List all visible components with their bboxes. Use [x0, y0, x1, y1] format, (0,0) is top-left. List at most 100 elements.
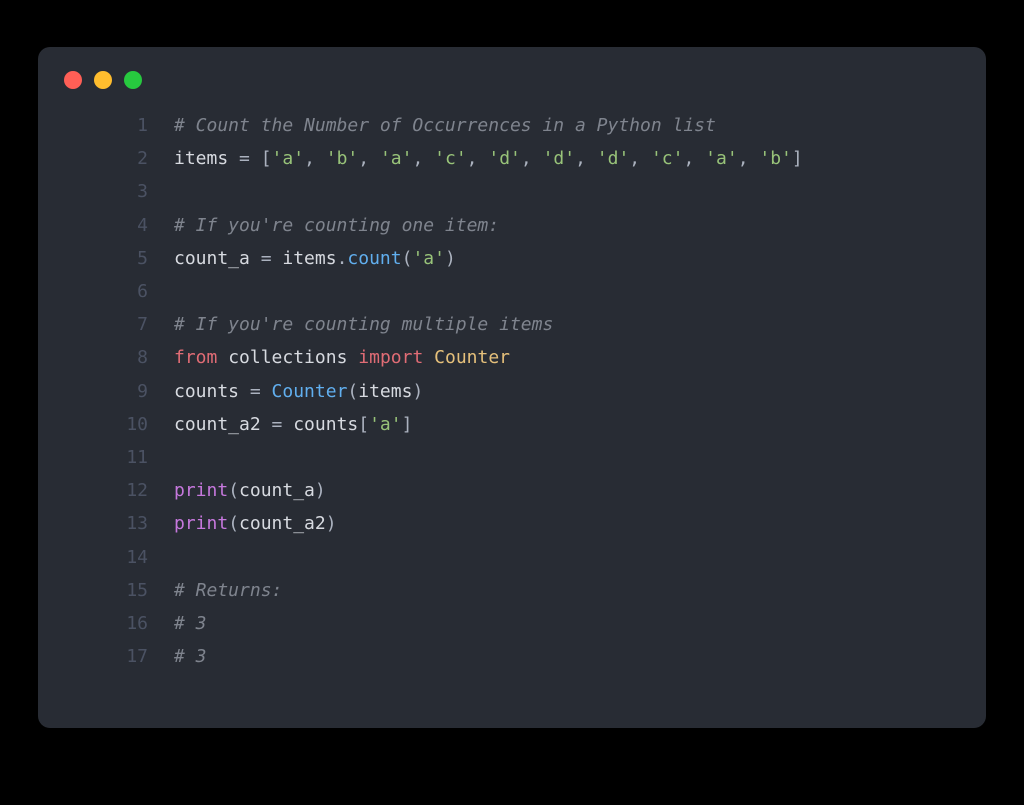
- code-token: collections: [228, 347, 347, 368]
- code-token: 'd': [597, 148, 630, 169]
- code-token: (: [347, 381, 358, 402]
- code-token: # Returns:: [174, 580, 282, 601]
- code-line[interactable]: 13print(count_a2): [38, 507, 958, 540]
- line-number: 11: [38, 441, 174, 474]
- code-line[interactable]: 15# Returns:: [38, 574, 958, 607]
- line-content[interactable]: print(count_a2): [174, 507, 337, 540]
- code-line[interactable]: 4# If you're counting one item:: [38, 209, 958, 242]
- code-line[interactable]: 7# If you're counting multiple items: [38, 308, 958, 341]
- code-token: 'c': [651, 148, 684, 169]
- window-traffic-lights: [38, 47, 986, 99]
- code-line[interactable]: 8from collections import Counter: [38, 341, 958, 374]
- code-token: .: [337, 248, 348, 269]
- code-token: items: [174, 148, 228, 169]
- code-token: (: [228, 480, 239, 501]
- line-number: 17: [38, 640, 174, 673]
- code-token: # If you're counting one item:: [174, 215, 499, 236]
- line-number: 2: [38, 142, 174, 175]
- code-token: items: [282, 248, 336, 269]
- code-token: ): [315, 480, 326, 501]
- code-token: import: [358, 347, 423, 368]
- code-line[interactable]: 2items = ['a', 'b', 'a', 'c', 'd', 'd', …: [38, 142, 958, 175]
- line-content[interactable]: # Returns:: [174, 574, 282, 607]
- line-number: 3: [38, 175, 174, 208]
- editor-window: 1# Count the Number of Occurrences in a …: [38, 47, 986, 728]
- code-token: 'a': [272, 148, 305, 169]
- line-content[interactable]: # Count the Number of Occurrences in a P…: [174, 109, 716, 142]
- line-number: 4: [38, 209, 174, 242]
- line-content[interactable]: counts = Counter(items): [174, 375, 423, 408]
- code-line[interactable]: 12print(count_a): [38, 474, 958, 507]
- line-number: 14: [38, 541, 174, 574]
- code-token: [: [358, 414, 369, 435]
- code-editor[interactable]: 1# Count the Number of Occurrences in a …: [38, 99, 986, 693]
- code-token: ,: [521, 148, 543, 169]
- code-token: ]: [792, 148, 803, 169]
- code-token: 'a': [705, 148, 738, 169]
- code-token: ,: [629, 148, 651, 169]
- line-content[interactable]: # If you're counting one item:: [174, 209, 499, 242]
- line-number: 6: [38, 275, 174, 308]
- zoom-icon[interactable]: [124, 71, 142, 89]
- code-token: 'd': [543, 148, 576, 169]
- code-token: [217, 347, 228, 368]
- code-line[interactable]: 6: [38, 275, 958, 308]
- code-token: ,: [304, 148, 326, 169]
- code-token: # 3: [174, 613, 207, 634]
- code-token: =: [261, 414, 294, 435]
- line-number: 8: [38, 341, 174, 374]
- code-token: ): [445, 248, 456, 269]
- code-token: ,: [412, 148, 434, 169]
- line-content[interactable]: # 3: [174, 640, 207, 673]
- close-icon[interactable]: [64, 71, 82, 89]
- minimize-icon[interactable]: [94, 71, 112, 89]
- code-line[interactable]: 3: [38, 175, 958, 208]
- code-token: ,: [575, 148, 597, 169]
- line-number: 16: [38, 607, 174, 640]
- line-content[interactable]: count_a = items.count('a'): [174, 242, 456, 275]
- code-token: [347, 347, 358, 368]
- code-token: 'b': [759, 148, 792, 169]
- code-token: items: [358, 381, 412, 402]
- code-token: 'a': [380, 148, 413, 169]
- code-line[interactable]: 5count_a = items.count('a'): [38, 242, 958, 275]
- line-content[interactable]: print(count_a): [174, 474, 326, 507]
- code-token: 'a': [412, 248, 445, 269]
- code-token: ): [412, 381, 423, 402]
- code-line[interactable]: 16# 3: [38, 607, 958, 640]
- line-number: 15: [38, 574, 174, 607]
- line-number: 7: [38, 308, 174, 341]
- line-number: 1: [38, 109, 174, 142]
- code-line[interactable]: 9counts = Counter(items): [38, 375, 958, 408]
- code-token: ,: [467, 148, 489, 169]
- line-content[interactable]: # 3: [174, 607, 207, 640]
- code-token: [: [261, 148, 272, 169]
- code-token: =: [250, 248, 283, 269]
- line-number: 5: [38, 242, 174, 275]
- code-token: [423, 347, 434, 368]
- code-token: count_a2: [239, 513, 326, 534]
- code-token: (: [402, 248, 413, 269]
- code-line[interactable]: 17# 3: [38, 640, 958, 673]
- code-line[interactable]: 10count_a2 = counts['a']: [38, 408, 958, 441]
- code-token: print: [174, 480, 228, 501]
- line-content[interactable]: # If you're counting multiple items: [174, 308, 553, 341]
- line-content[interactable]: from collections import Counter: [174, 341, 510, 374]
- code-token: counts: [293, 414, 358, 435]
- code-token: (: [228, 513, 239, 534]
- code-line[interactable]: 11: [38, 441, 958, 474]
- line-number: 13: [38, 507, 174, 540]
- code-token: count_a: [174, 248, 250, 269]
- code-token: 'b': [326, 148, 359, 169]
- code-token: count_a2: [174, 414, 261, 435]
- code-token: ]: [402, 414, 413, 435]
- line-number: 10: [38, 408, 174, 441]
- code-token: ,: [358, 148, 380, 169]
- line-content[interactable]: items = ['a', 'b', 'a', 'c', 'd', 'd', '…: [174, 142, 803, 175]
- code-line[interactable]: 1# Count the Number of Occurrences in a …: [38, 109, 958, 142]
- code-token: from: [174, 347, 217, 368]
- code-token: Counter: [434, 347, 510, 368]
- line-content[interactable]: count_a2 = counts['a']: [174, 408, 412, 441]
- code-line[interactable]: 14: [38, 541, 958, 574]
- code-token: print: [174, 513, 228, 534]
